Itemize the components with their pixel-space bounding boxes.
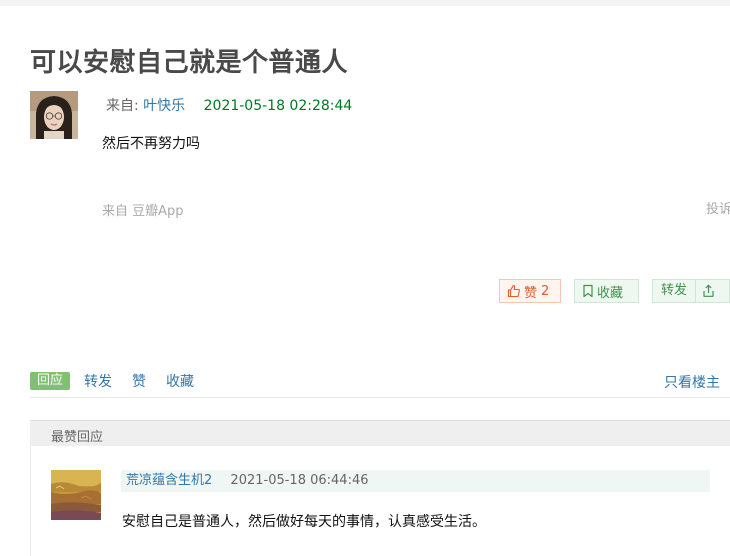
reply-avatar-image [51, 470, 101, 520]
collect-button[interactable]: 收藏 [574, 279, 639, 303]
collect-label: 收藏 [597, 285, 624, 301]
reply-header: 荒凉蕴含生机2 2021-05-18 06:44:46 [121, 470, 710, 492]
hot-replies-header: 最赞回应 [30, 420, 730, 446]
post-timestamp: 2021-05-18 02:28:44 [203, 98, 353, 114]
like-count: 2 [541, 283, 550, 299]
tab-reshare[interactable]: 转发 [84, 371, 112, 391]
post-source: 来自 豆瓣App [102, 204, 184, 219]
reply-text: 安慰自己是普通人，然后做好每天的事情，认真感受生活。 [122, 514, 486, 530]
like-label: 赞 [524, 285, 538, 301]
reshare-button-group: 转发 [652, 279, 730, 303]
tab-reply[interactable]: 回应 [30, 372, 71, 390]
tab-like[interactable]: 赞 [132, 371, 146, 391]
reply-author-link[interactable]: 荒凉蕴含生机2 [126, 473, 212, 488]
reply-avatar[interactable] [51, 470, 101, 520]
comment-tabs: 回应 转发 赞 收藏 [30, 371, 214, 391]
like-button[interactable]: 赞 2 [499, 279, 561, 303]
bookmark-icon [582, 284, 594, 298]
reply-timestamp: 2021-05-18 06:44:46 [230, 473, 369, 488]
from-label: 来自: [106, 98, 139, 114]
author-link[interactable]: 叶快乐 [143, 98, 185, 114]
hot-replies-title: 最赞回应 [51, 430, 104, 445]
post-meta: 来自: 叶快乐 2021-05-18 02:28:44 [106, 95, 352, 115]
tabs-divider [30, 397, 730, 398]
tab-collect[interactable]: 收藏 [166, 371, 194, 391]
reshare-button[interactable]: 转发 [653, 280, 697, 302]
post-content: 然后不再努力吗 [102, 136, 200, 152]
top-bar [0, 0, 730, 6]
page-title: 可以安慰自己就是个普通人 [30, 48, 349, 78]
only-op-link[interactable]: 只看楼主 [664, 372, 720, 392]
author-avatar[interactable] [30, 91, 78, 139]
report-link[interactable]: 投诉 [706, 198, 730, 217]
reply-section-border [30, 446, 31, 556]
share-icon[interactable] [696, 284, 721, 298]
thumbs-up-icon [507, 284, 521, 298]
author-avatar-image [30, 91, 78, 139]
